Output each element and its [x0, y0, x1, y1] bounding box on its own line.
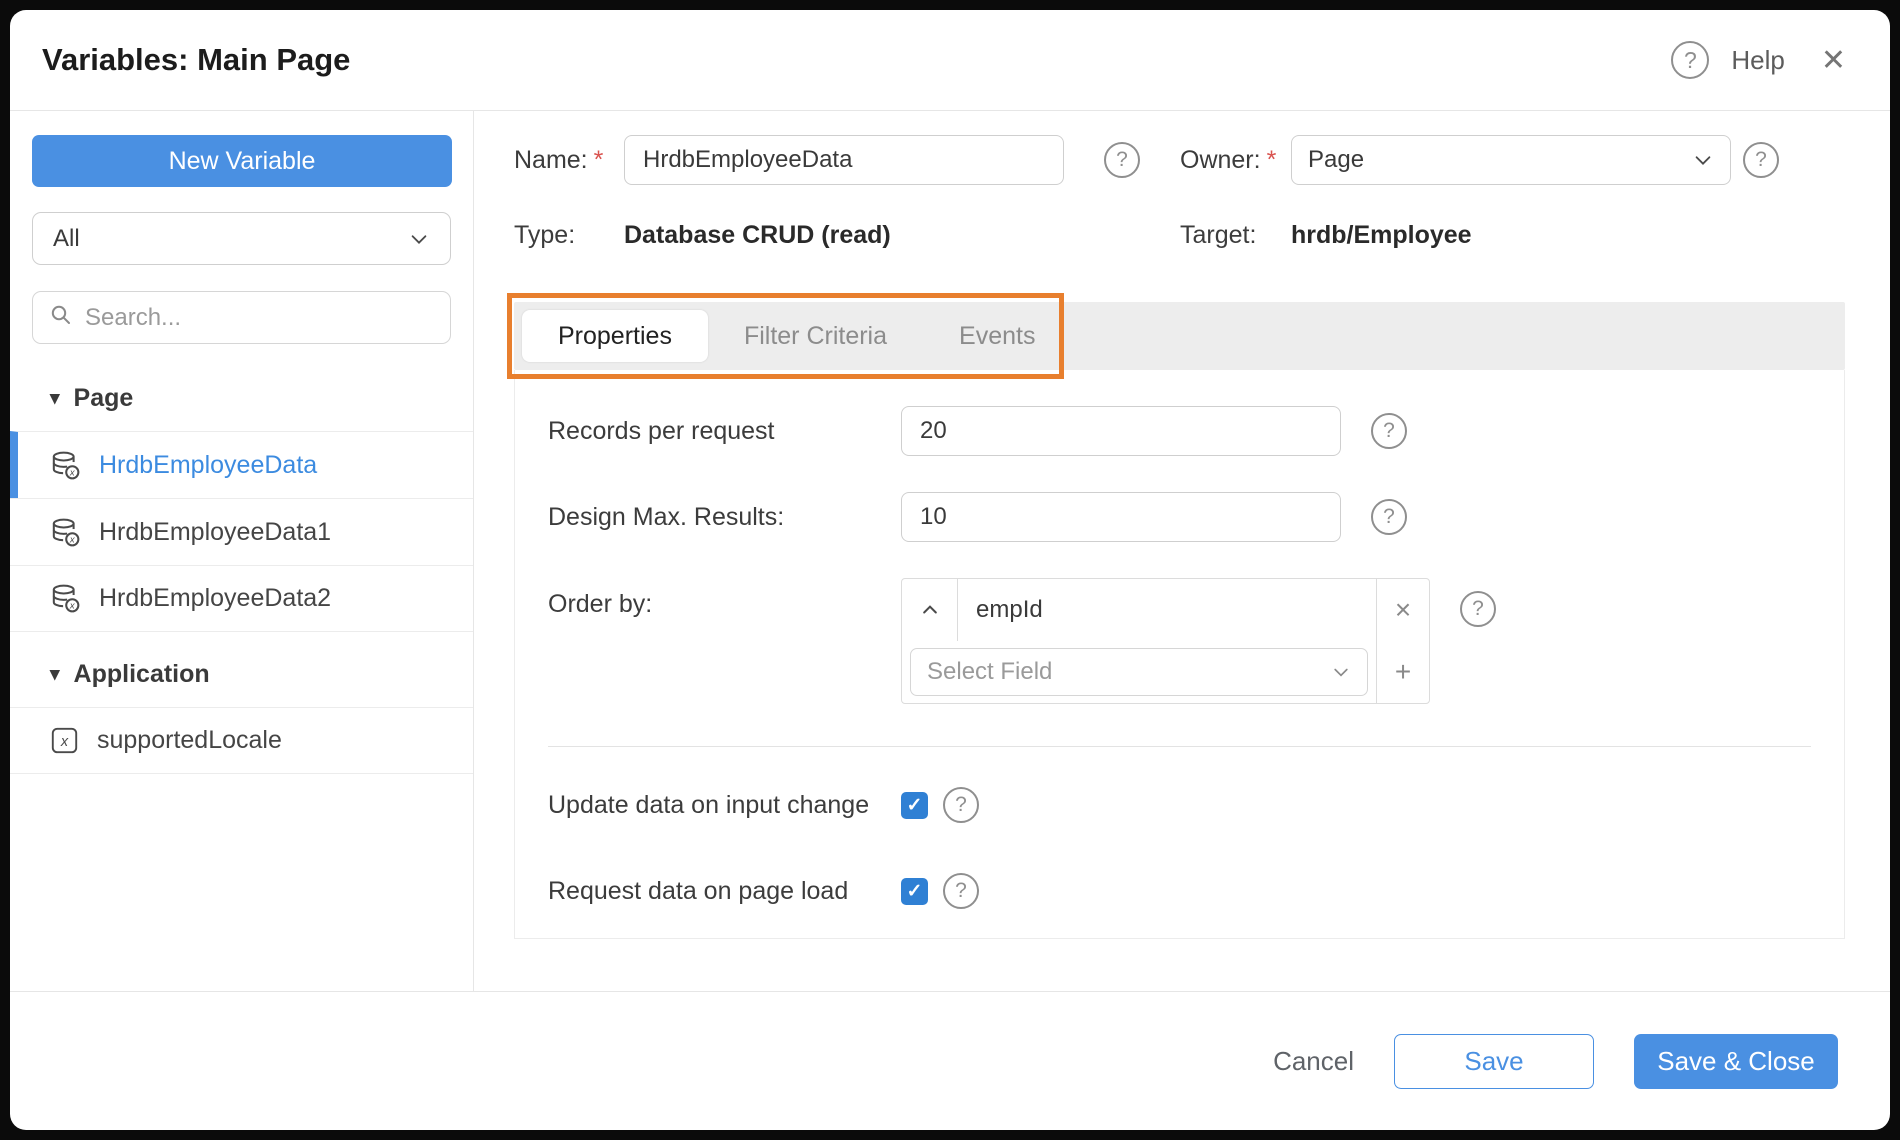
- section-label: Application: [73, 660, 210, 688]
- order-by-row: Order by: empId Select Field × + ?: [548, 578, 1811, 704]
- dialog-header: Variables: Main Page ? Help ✕: [10, 10, 1890, 111]
- target-label: Target:: [1180, 221, 1257, 249]
- required-asterisk: *: [1266, 145, 1277, 174]
- order-by-field-row: empId: [902, 579, 1376, 641]
- caret-down-icon: ▾: [50, 664, 60, 685]
- owner-value: Page: [1308, 146, 1365, 173]
- select-field-dropdown[interactable]: Select Field: [910, 648, 1368, 696]
- variable-search: [32, 291, 451, 344]
- order-by-label: Order by:: [548, 590, 653, 618]
- sidebar-item-hrdbemployeedata[interactable]: x HrdbEmployeeData: [10, 431, 473, 498]
- variables-dialog: Variables: Main Page ? Help ✕ New Variab…: [10, 10, 1890, 1130]
- section-divider: [548, 746, 1811, 747]
- owner-label: Owner: *: [1180, 145, 1277, 174]
- tab-events[interactable]: Events: [923, 310, 1071, 362]
- variable-name: supportedLocale: [97, 726, 282, 754]
- order-by-actions: × +: [1376, 579, 1429, 703]
- update-on-input-checkbox[interactable]: ✓: [901, 791, 928, 819]
- variable-name: HrdbEmployeeData2: [99, 584, 332, 612]
- dialog-title: Variables: Main Page: [42, 42, 351, 77]
- variables-sidebar: New Variable All ▾ Page: [10, 111, 474, 991]
- target-value: hrdb/Employee: [1291, 221, 1472, 249]
- tab-bar: Properties Filter Criteria Events: [514, 302, 1845, 370]
- dialog-body: New Variable All ▾ Page: [10, 111, 1890, 991]
- owner-help-icon[interactable]: ?: [1743, 142, 1779, 178]
- close-icon[interactable]: ✕: [1821, 43, 1846, 78]
- dialog-footer: Cancel Save Save & Close: [10, 991, 1890, 1130]
- request-on-load-label: Request data on page load: [548, 876, 849, 905]
- tab-properties[interactable]: Properties: [522, 310, 708, 362]
- records-per-request-input[interactable]: [901, 406, 1341, 456]
- variable-name: HrdbEmployeeData: [99, 450, 318, 479]
- max-results-help-icon[interactable]: ?: [1371, 499, 1407, 535]
- sidebar-section-application[interactable]: ▾ Application: [10, 660, 473, 707]
- variable-filter-value: All: [53, 224, 80, 252]
- order-by-field-value: empId: [976, 596, 1043, 623]
- type-value: Database CRUD (read): [624, 221, 891, 249]
- caret-down-icon: ▾: [50, 388, 60, 409]
- sidebar-item-hrdbemployeedata1[interactable]: x HrdbEmployeeData1: [10, 498, 473, 565]
- type-label: Type:: [514, 221, 576, 249]
- design-max-results-label: Design Max. Results:: [548, 502, 785, 531]
- name-input[interactable]: [624, 135, 1064, 185]
- request-on-load-help-icon[interactable]: ?: [943, 873, 979, 909]
- variable-filter-select[interactable]: All: [32, 212, 451, 265]
- request-on-load-checkbox[interactable]: ✓: [901, 877, 928, 905]
- owner-select[interactable]: Page: [1291, 135, 1731, 185]
- cancel-button[interactable]: Cancel: [1273, 1046, 1354, 1077]
- remove-sort-icon[interactable]: ×: [1377, 579, 1429, 641]
- tabs-region: Properties Filter Criteria Events: [507, 293, 1845, 379]
- variable-meta-form: Name:* ? Owner:* Page ? Type: Database C…: [514, 135, 1845, 250]
- records-help-icon[interactable]: ?: [1371, 413, 1407, 449]
- records-per-request-row: Records per request ?: [548, 406, 1811, 456]
- sidebar-item-supportedlocale[interactable]: x supportedLocale: [10, 707, 473, 774]
- order-by-help-icon[interactable]: ?: [1460, 591, 1496, 627]
- sidebar-section-page[interactable]: ▾ Page: [10, 384, 473, 431]
- order-by-widget: empId Select Field × +: [901, 578, 1430, 704]
- order-by-add-row: Select Field: [902, 641, 1376, 703]
- svg-text:x: x: [60, 734, 69, 750]
- help-link[interactable]: Help: [1731, 45, 1784, 76]
- sort-ascending-icon[interactable]: [902, 579, 958, 641]
- variable-detail-panel: Name:* ? Owner:* Page ? Type: Database C…: [474, 111, 1890, 991]
- header-actions: ? Help ✕: [1671, 41, 1846, 79]
- properties-panel: Records per request ? Design Max. Result…: [514, 370, 1845, 939]
- name-help-icon[interactable]: ?: [1104, 142, 1140, 178]
- tab-filter-criteria[interactable]: Filter Criteria: [708, 310, 923, 362]
- save-button[interactable]: Save: [1394, 1033, 1594, 1089]
- design-max-results-row: Design Max. Results: ?: [548, 492, 1811, 542]
- name-label: Name: *: [514, 145, 604, 174]
- database-icon: x: [50, 450, 81, 481]
- select-field-placeholder: Select Field: [927, 658, 1053, 685]
- update-on-input-help-icon[interactable]: ?: [943, 787, 979, 823]
- search-input[interactable]: [85, 303, 434, 332]
- variable-name: HrdbEmployeeData1: [99, 517, 332, 546]
- records-per-request-label: Records per request: [548, 416, 775, 445]
- request-on-load-row: Request data on page load ✓ ?: [548, 873, 1811, 909]
- database-icon: x: [50, 517, 81, 548]
- required-asterisk: *: [593, 145, 604, 174]
- search-icon: [49, 303, 73, 332]
- save-and-close-button[interactable]: Save & Close: [1634, 1033, 1838, 1089]
- variable-icon: x: [50, 726, 79, 755]
- sidebar-item-hrdbemployeedata2[interactable]: x HrdbEmployeeData2: [10, 565, 473, 632]
- design-max-results-input[interactable]: [901, 492, 1341, 542]
- update-on-input-row: Update data on input change ✓ ?: [548, 787, 1811, 823]
- section-label: Page: [73, 384, 134, 412]
- new-variable-button[interactable]: New Variable: [32, 135, 452, 187]
- help-icon[interactable]: ?: [1671, 41, 1710, 79]
- chevron-down-icon: [1331, 662, 1351, 682]
- chevron-down-icon: [1692, 149, 1714, 171]
- database-icon: x: [50, 583, 81, 614]
- update-on-input-label: Update data on input change: [548, 790, 870, 819]
- chevron-down-icon: [408, 228, 430, 250]
- add-sort-icon[interactable]: +: [1377, 641, 1429, 703]
